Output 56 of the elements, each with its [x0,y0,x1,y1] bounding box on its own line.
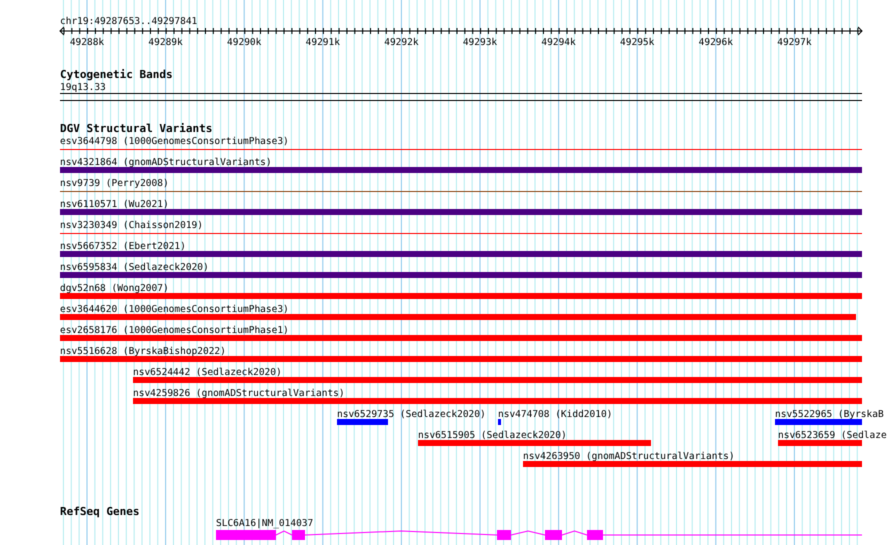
variant-bar[interactable] [133,377,862,383]
band-label: 19q13.33 [60,82,106,93]
variant-label: nsv4259826 (gnomADStructuralVariants) [133,388,345,399]
variant-label: esv3644798 (1000GenomesConsortiumPhase3) [60,136,289,147]
cytoband-bar[interactable] [60,93,862,101]
variant-bar[interactable] [60,335,862,341]
variant-bar[interactable] [775,419,862,425]
variant-label: nsv6529735 (Sedlazeck2020) [337,409,486,420]
variant-bar[interactable] [60,356,862,362]
variant-bar[interactable] [337,419,388,425]
variant-label: nsv6515905 (Sedlazeck2020) [418,430,567,441]
ruler-tick-label: 49292k [384,37,419,48]
variant-bar[interactable] [523,461,862,467]
variant-label: nsv6524442 (Sedlazeck2020) [133,367,282,378]
variant-line[interactable] [60,149,862,150]
variant-label: nsv5516628 (ByrskaBishop2022) [60,346,226,357]
variant-bar[interactable] [498,419,501,425]
track-title: DGV Structural Variants [60,122,212,135]
variant-label: nsv6523659 (Sedlaze [778,430,887,441]
ruler-tick-label: 49297k [777,37,812,48]
variant-bar[interactable] [60,272,862,278]
variant-label: nsv6110571 (Wu2021) [60,199,169,210]
variant-label: esv3644620 (1000GenomesConsortiumPhase3) [60,304,289,315]
variant-label: nsv5522965 (ByrskaB [775,409,884,420]
locus-label: chr19:49287653..49297841 [60,16,198,27]
variant-bar[interactable] [133,398,862,404]
ruler-tick-label: 49293k [462,37,498,48]
variant-label: nsv3230349 (Chaisson2019) [60,220,203,231]
variant-label: nsv9739 (Perry2008) [60,178,169,189]
variant-line[interactable] [60,191,862,192]
ruler-tick-label: 49291k [306,37,340,48]
ruler-tick-label: 49294k [541,37,576,48]
variant-bar[interactable] [418,440,651,446]
track-title: RefSeq Genes [60,505,140,518]
ruler-tick-label: 49295k [620,37,654,48]
variant-label: dgv52n68 (Wong2007) [60,283,169,294]
variant-line[interactable] [60,233,862,234]
variant-bar[interactable] [60,293,862,299]
ruler-tick-label: 49296k [698,37,733,48]
variant-label: nsv4321864 (gnomADStructuralVariants) [60,157,272,168]
variant-label: nsv474708 (Kidd2010) [498,409,612,420]
gene-label: SLC6A16|NM_014037 [216,518,314,529]
ruler-tick-label: 49289k [148,37,183,48]
track-title: Cytogenetic Bands [60,68,173,81]
variant-label: nsv4263950 (gnomADStructuralVariants) [523,451,735,462]
gene-model[interactable] [216,530,862,540]
variant-bar[interactable] [60,251,862,257]
variant-bar[interactable] [60,167,862,173]
variant-bar[interactable] [60,314,856,320]
ruler-tick-label: 49290k [227,37,262,48]
variant-label: nsv6595834 (Sedlazeck2020) [60,262,209,273]
variant-label: nsv5667352 (Ebert2021) [60,241,186,252]
variant-bar[interactable] [778,440,862,446]
variant-bar[interactable] [60,209,862,215]
variant-label: esv2658176 (1000GenomesConsortiumPhase1) [60,325,289,336]
ruler-tick-label: 49288k [70,37,104,48]
